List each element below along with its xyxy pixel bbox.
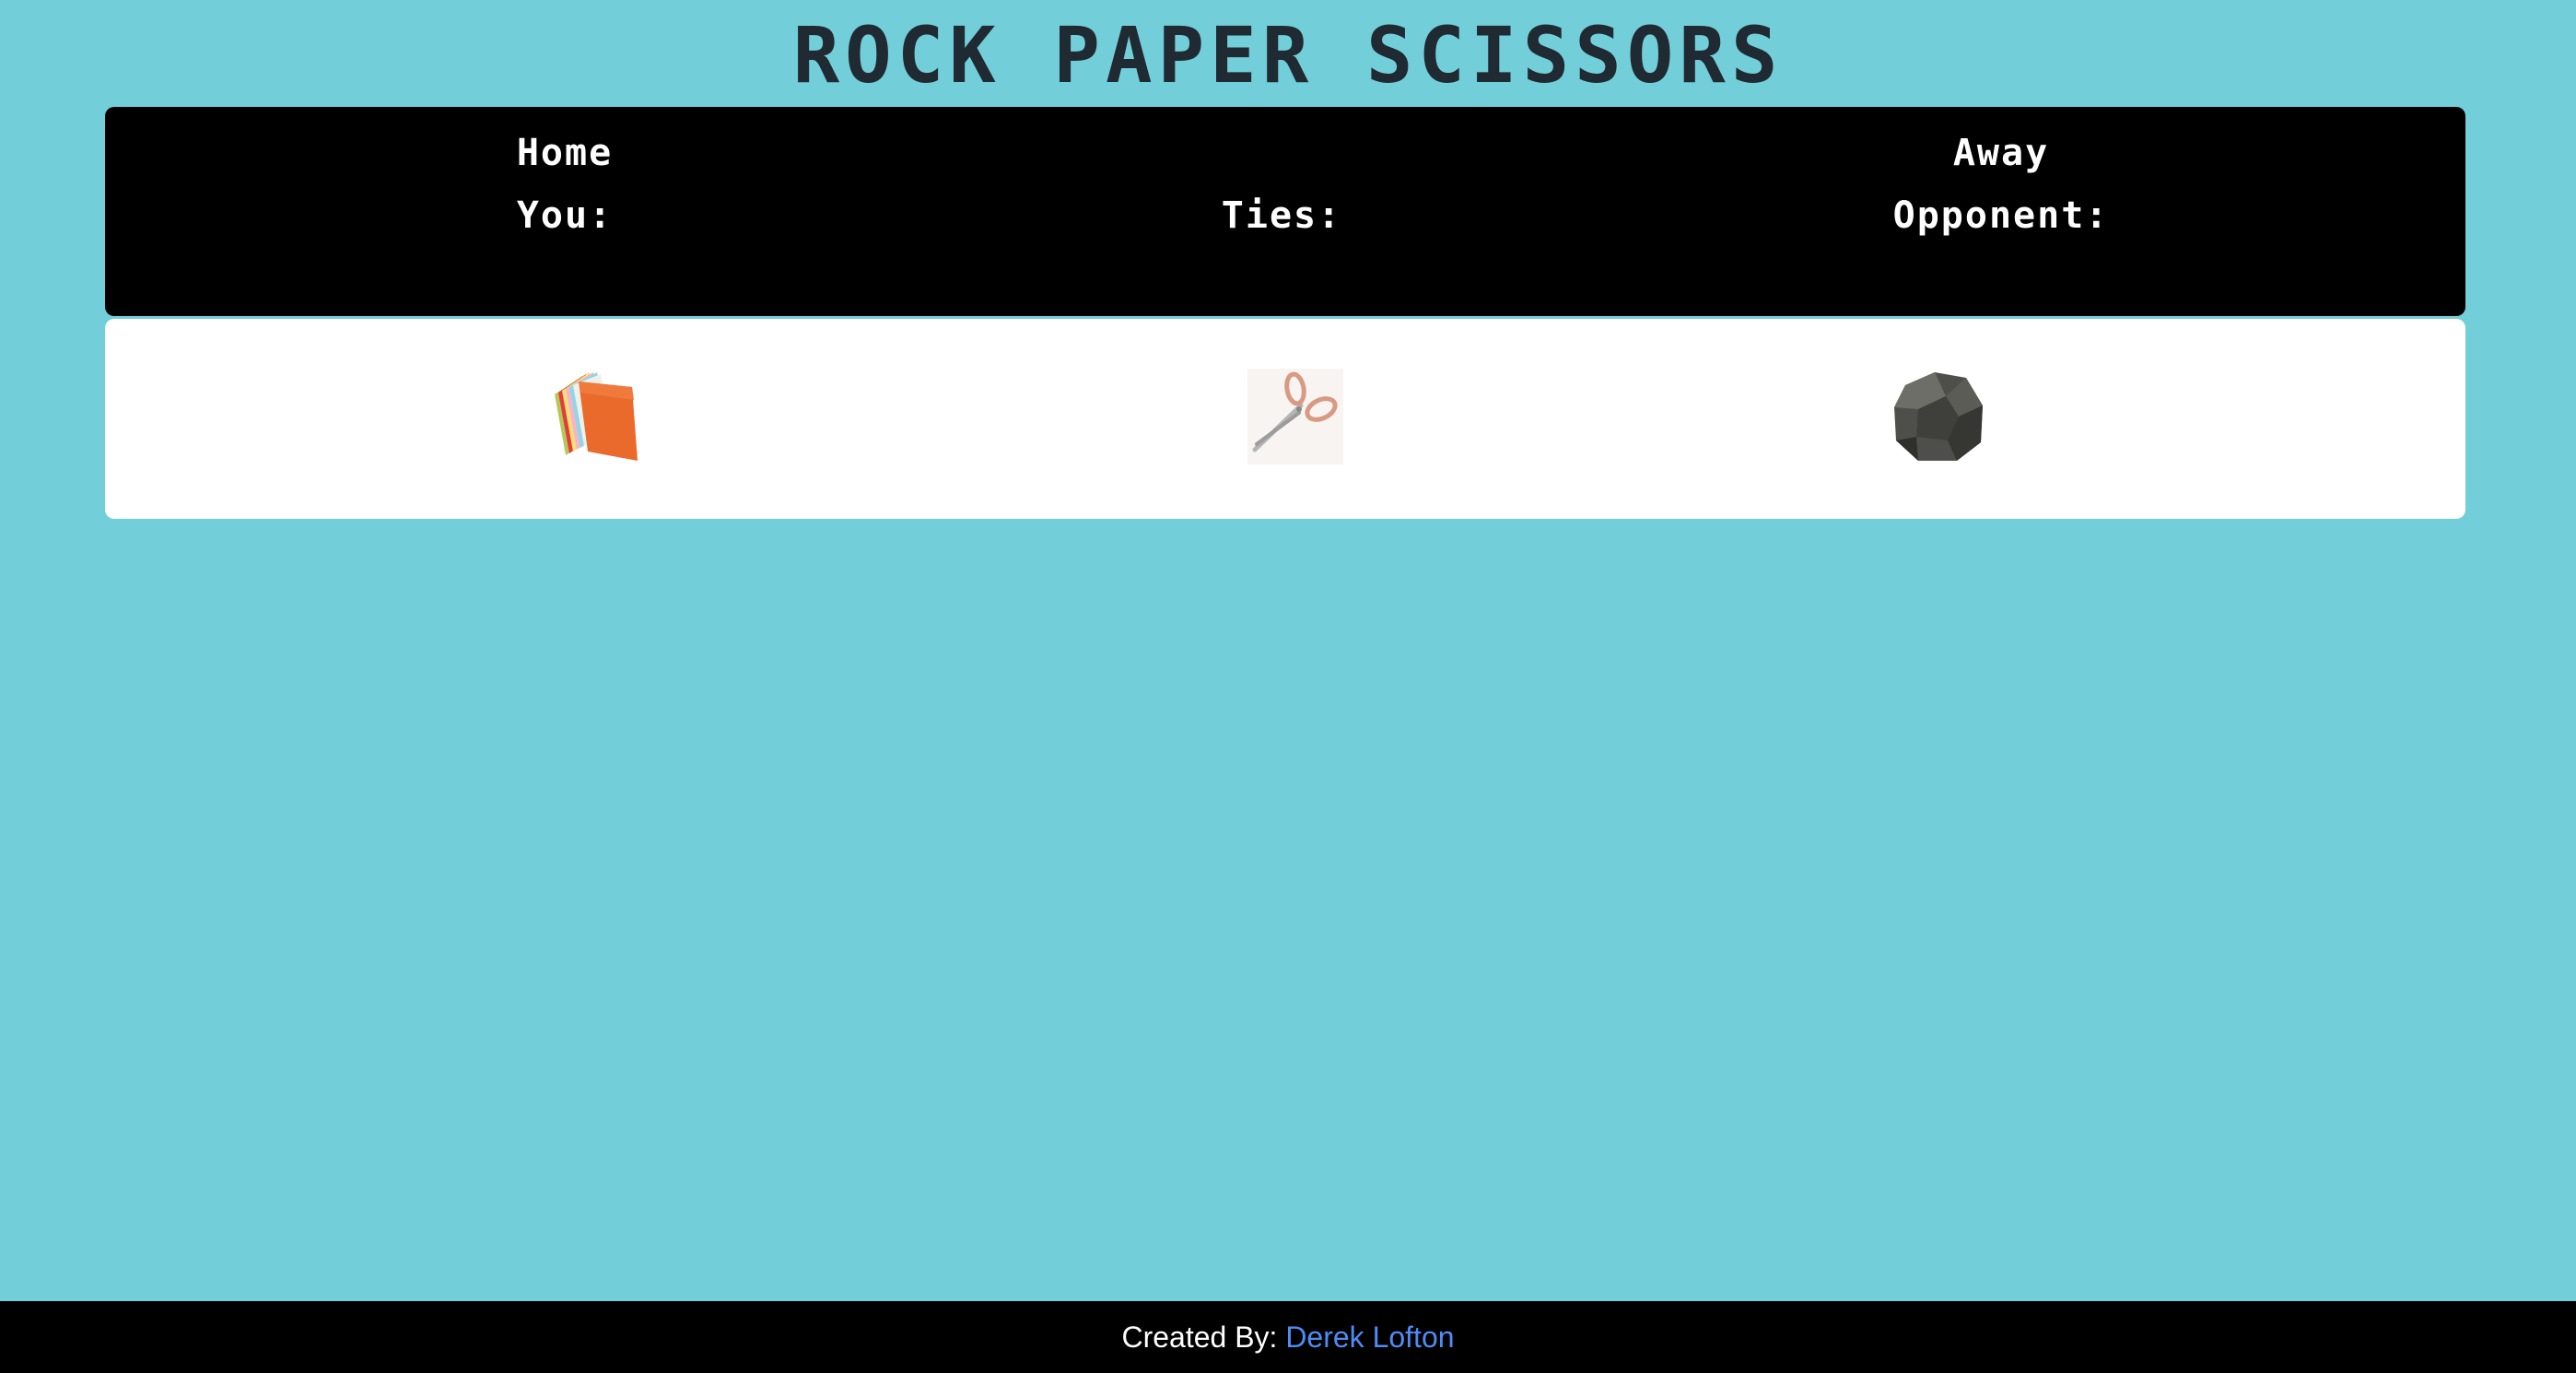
you-score-label: You: (516, 194, 614, 237)
ties-score-label: Ties: (1221, 194, 1342, 237)
author-link[interactable]: Derek Lofton (1285, 1320, 1454, 1354)
scoreboard: Home You: Ties: Away Opponent: (105, 107, 2465, 316)
paper-icon (555, 372, 638, 461)
footer: Created By: Derek Lofton (0, 1301, 2576, 1373)
scissors-button[interactable] (1247, 369, 1343, 464)
paper-button[interactable] (547, 369, 643, 464)
scissors-icon (1247, 369, 1343, 464)
rock-icon (1894, 372, 1983, 461)
home-heading: Home (516, 132, 614, 174)
opponent-score-label: Opponent: (1892, 194, 2110, 237)
created-by-label: Created By: (1121, 1320, 1278, 1354)
rock-button[interactable] (1891, 369, 1986, 464)
choices-panel (105, 319, 2465, 519)
page-title: ROCK PAPER SCISSORS (792, 10, 1784, 100)
away-heading: Away (1952, 132, 2050, 174)
